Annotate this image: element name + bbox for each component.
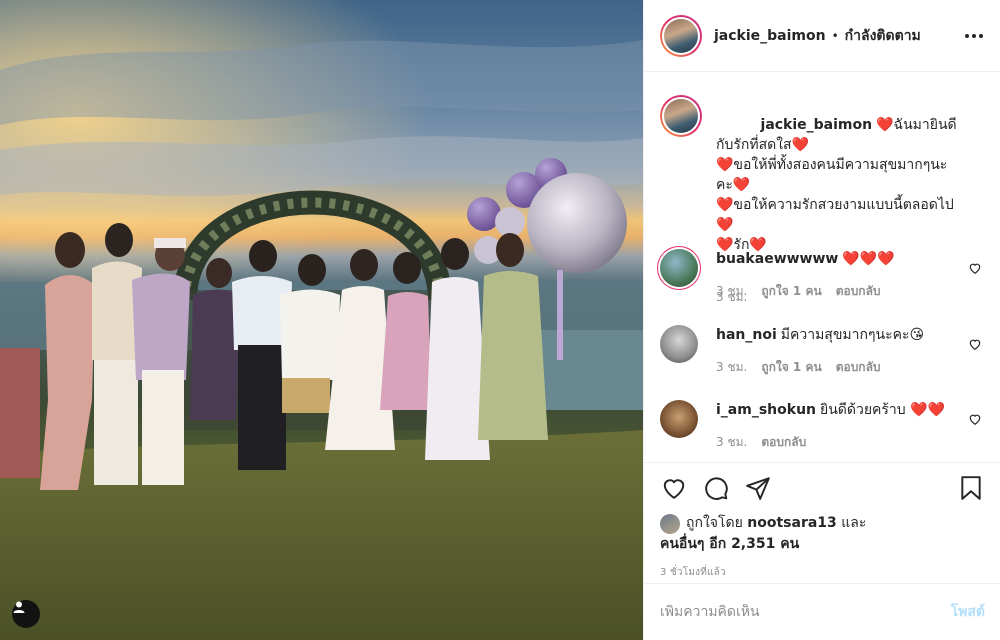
comment-bubble-icon — [705, 477, 728, 500]
bookmark-icon — [961, 476, 981, 500]
reply-button[interactable]: ตอบกลับ — [836, 281, 881, 301]
comment-time[interactable]: 3 ชม. — [716, 281, 747, 301]
like-comment-heart-icon[interactable] — [968, 261, 982, 275]
paper-plane-icon — [746, 477, 770, 500]
comment-text: ❤️❤️❤️ — [842, 251, 895, 267]
reply-button[interactable]: ตอบกลับ — [761, 432, 806, 452]
comment-avatar[interactable] — [660, 249, 698, 287]
photo-scene — [0, 0, 643, 640]
like-button[interactable] — [660, 474, 688, 502]
likes-summary: ถูกใจโดย nootsara13 และ คนอื่นๆ อีก 2,35… — [660, 513, 985, 555]
comment-time[interactable]: 3 ชม. — [716, 357, 747, 377]
liker-username[interactable]: nootsara13 — [747, 513, 837, 534]
comment-username[interactable]: buakaewwwww — [716, 251, 838, 267]
like-comment-heart-icon[interactable] — [968, 412, 982, 426]
comment-avatar[interactable] — [660, 325, 698, 363]
comment-input[interactable] — [660, 604, 951, 620]
comment-time[interactable]: 3 ชม. — [716, 432, 747, 452]
comment-likes[interactable]: ถูกใจ 1 คน — [761, 281, 821, 301]
comment-item: buakaewwwww ❤️❤️❤️ 3 ชม. ถูกใจ 1 คน ตอบกล… — [660, 249, 990, 301]
add-comment-bar: โพสต์ — [644, 583, 1000, 640]
comment-avatar[interactable] — [660, 400, 698, 438]
author-avatar[interactable] — [660, 14, 702, 57]
comment-username[interactable]: han_noi — [716, 327, 777, 343]
liker-avatar[interactable] — [660, 513, 680, 534]
action-icons-row — [660, 463, 985, 513]
comment-meta: 3 ชม. ตอบกลับ — [716, 432, 960, 452]
caption-username[interactable]: jackie_baimon — [761, 117, 873, 133]
comment-likes[interactable]: ถูกใจ 1 คน — [761, 357, 821, 377]
caption-avatar[interactable] — [660, 95, 702, 137]
more-options-button[interactable] — [962, 24, 986, 48]
caption-text: ❤️ฉันมายินดีกับรักที่สดใส❤️ ❤️ขอให้พี่ทั… — [716, 117, 957, 253]
comment-item: i_am_shokun ยินดีด้วยคร้าบ ❤️❤️ 3 ชม. ตอบ… — [660, 400, 990, 452]
post-actions: ถูกใจโดย nootsara13 และ คนอื่นๆ อีก 2,35… — [644, 462, 1000, 580]
comment-body: i_am_shokun ยินดีด้วยคร้าบ ❤️❤️ 3 ชม. ตอบ… — [716, 400, 960, 452]
comment-username[interactable]: i_am_shokun — [716, 402, 816, 418]
comment-text: มีความสุขมากๆนะคะ😘 — [780, 327, 925, 343]
post-time-ago[interactable]: 3 ชั่วโมงที่แล้ว — [660, 565, 985, 580]
comments-list[interactable]: jackie_baimon ❤️ฉันมายินดีกับรักที่สดใส❤️… — [644, 73, 1000, 461]
comment-body: han_noi มีความสุขมากๆนะคะ😘 3 ชม. ถูกใจ 1 … — [716, 325, 960, 377]
post-comment-button[interactable]: โพสต์ — [951, 601, 985, 623]
likes-conj: และ — [841, 515, 867, 531]
tagged-user-button[interactable] — [12, 600, 40, 628]
save-button[interactable] — [957, 474, 985, 502]
comment-item: han_noi มีความสุขมากๆนะคะ😘 3 ชม. ถูกใจ 1 … — [660, 325, 990, 377]
comment-button[interactable] — [702, 474, 730, 502]
post-details-panel: jackie_baimon • กำลังติดตาม jackie_baimo… — [643, 0, 1000, 640]
reply-button[interactable]: ตอบกลับ — [836, 357, 881, 377]
header-separator: • — [831, 28, 839, 43]
others-likes-link[interactable]: คนอื่นๆ อีก 2,351 คน — [660, 534, 985, 555]
more-horizontal-icon — [965, 34, 983, 38]
heart-outline-icon — [663, 479, 685, 499]
likes-prefix: ถูกใจโดย — [686, 515, 743, 531]
like-comment-heart-icon[interactable] — [968, 337, 982, 351]
comment-meta: 3 ชม. ถูกใจ 1 คน ตอบกลับ — [716, 281, 960, 301]
comment-meta: 3 ชม. ถูกใจ 1 คน ตอบกลับ — [716, 357, 960, 377]
following-button[interactable]: กำลังติดตาม — [845, 25, 921, 47]
post-photo[interactable] — [0, 0, 643, 640]
comment-body: buakaewwwww ❤️❤️❤️ 3 ชม. ถูกใจ 1 คน ตอบกล… — [716, 249, 960, 301]
author-username[interactable]: jackie_baimon — [714, 28, 826, 44]
post-header: jackie_baimon • กำลังติดตาม — [644, 0, 1000, 72]
person-icon — [13, 601, 25, 613]
share-button[interactable] — [744, 474, 772, 502]
comment-text: ยินดีด้วยคร้าบ ❤️❤️ — [820, 402, 945, 418]
